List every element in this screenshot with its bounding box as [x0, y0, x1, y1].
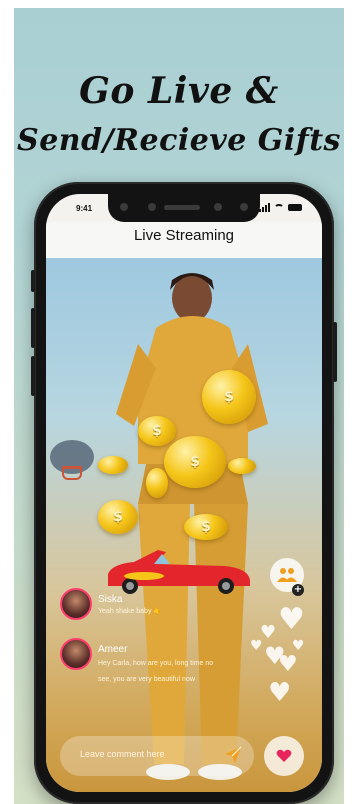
battery-icon [288, 204, 302, 211]
promo-frame: Go Live & Send/Recieve Gifts 9:41 Live S… [14, 8, 344, 804]
avatar[interactable] [60, 638, 92, 670]
car-icon [108, 550, 250, 594]
sensor-dot [120, 203, 128, 211]
avatar[interactable] [60, 588, 92, 620]
coin-icon [98, 456, 128, 474]
sensor-dot [240, 203, 248, 211]
status-icons [259, 203, 302, 212]
front-camera-icon [148, 203, 156, 211]
floating-heart-icon: ♥ [278, 652, 298, 677]
heart-icon [276, 749, 292, 762]
basketball-hoop-net [62, 466, 82, 480]
power-button [333, 322, 337, 382]
screen-title: Live Streaming [133, 227, 235, 244]
floating-heart-icon: ♥ [278, 602, 305, 637]
coin-icon [228, 458, 256, 474]
comment-text: Hey Carla, how are you, long time no [98, 660, 214, 667]
wifi-icon [274, 203, 284, 212]
like-button[interactable] [264, 736, 304, 776]
notch [108, 194, 260, 222]
floating-heart-icon: ♥ [250, 638, 263, 654]
earpiece-speaker [164, 205, 200, 210]
sensor-dot [214, 203, 222, 211]
promo-subheadline: Send/Recieve Gifts [17, 123, 341, 158]
volume-up-button [31, 308, 35, 348]
comment-text: see, you are very beautiful now [98, 676, 195, 683]
phone-screen: 9:41 Live Streaming $ $ $ $ $ Siska Yeah… [46, 194, 322, 792]
floating-heart-icon: ♥ [268, 678, 292, 708]
coin-icon: $ [138, 416, 176, 446]
comment-text: Yeah shake baby 🤙 [98, 608, 163, 615]
promo-headline: Go Live & [79, 70, 279, 112]
comment-username: Ameer [98, 644, 128, 655]
coin-icon: $ [202, 370, 256, 424]
plus-icon[interactable]: + [292, 584, 304, 596]
live-video[interactable]: $ $ $ $ $ Siska Yeah shake baby 🤙 Ameer … [46, 258, 322, 792]
coin-icon: $ [164, 436, 226, 488]
top-bar: Live Streaming [46, 222, 322, 258]
comment-placeholder: Leave comment here [80, 749, 165, 759]
volume-down-button [31, 356, 35, 396]
signal-icon [259, 203, 270, 212]
coin-icon [146, 468, 168, 498]
phone-mockup: 9:41 Live Streaming $ $ $ $ $ Siska Yeah… [31, 182, 337, 804]
users-icon [277, 568, 297, 582]
mute-switch [31, 270, 35, 292]
send-icon[interactable] [224, 746, 242, 764]
coin-icon: $ [98, 500, 138, 534]
comment-input[interactable]: Leave comment here [60, 736, 254, 776]
status-time: 9:41 [76, 204, 93, 213]
coin-icon: $ [184, 514, 228, 540]
